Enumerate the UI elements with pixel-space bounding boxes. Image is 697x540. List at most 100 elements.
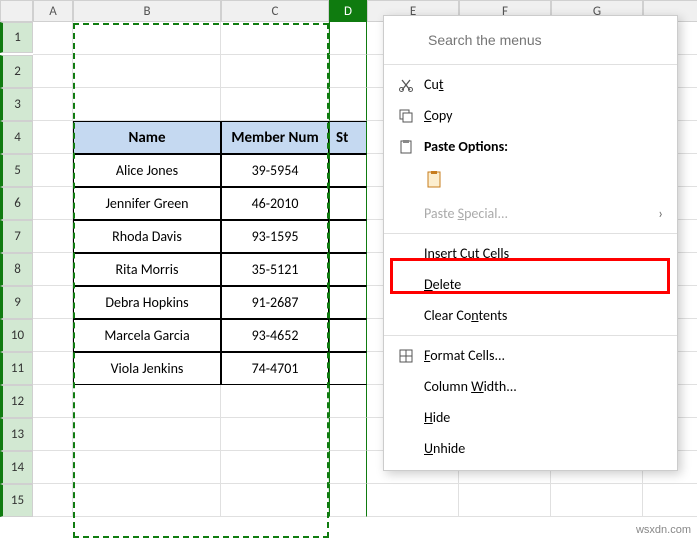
table-cell[interactable]: [329, 220, 367, 253]
row-14[interactable]: 14: [0, 451, 33, 484]
cell[interactable]: [329, 22, 367, 55]
table-cell[interactable]: [329, 319, 367, 352]
row-1[interactable]: 1: [0, 22, 33, 53]
table-cell[interactable]: 46-2010: [221, 187, 329, 220]
paste-option-button[interactable]: [384, 162, 677, 198]
table-cell[interactable]: 93-1595: [221, 220, 329, 253]
cell[interactable]: [329, 418, 367, 451]
table-cell[interactable]: 91-2687: [221, 286, 329, 319]
cell[interactable]: [221, 55, 329, 88]
cell[interactable]: [643, 484, 697, 517]
table-cell[interactable]: 35-5121: [221, 253, 329, 286]
col-A[interactable]: A: [33, 0, 73, 22]
cell[interactable]: [73, 22, 221, 55]
row-15[interactable]: 15: [0, 484, 33, 517]
menu-format-cells[interactable]: Format Cells...: [384, 340, 677, 371]
cell[interactable]: [33, 154, 73, 187]
col-D[interactable]: D: [329, 0, 367, 22]
table-cell[interactable]: [329, 187, 367, 220]
row-3[interactable]: 3: [0, 88, 33, 121]
table-header-name[interactable]: Name: [73, 121, 221, 154]
table-cell[interactable]: [329, 352, 367, 385]
cell[interactable]: [221, 385, 329, 418]
cell[interactable]: [73, 55, 221, 88]
cell[interactable]: [221, 418, 329, 451]
menu-clear-contents[interactable]: Clear Contents: [384, 300, 677, 331]
cell[interactable]: [221, 88, 329, 121]
table-header-membernum[interactable]: Member Num: [221, 121, 329, 154]
select-all-corner[interactable]: [0, 0, 33, 22]
cell[interactable]: [329, 451, 367, 484]
cell[interactable]: [73, 484, 221, 517]
table-header-st[interactable]: St: [329, 121, 367, 154]
table-cell[interactable]: 93-4652: [221, 319, 329, 352]
menu-column-width[interactable]: Column Width...: [384, 371, 677, 402]
menu-label: Cut: [424, 76, 663, 93]
cell[interactable]: [329, 55, 367, 88]
cell[interactable]: [33, 385, 73, 418]
cell[interactable]: [367, 484, 459, 517]
table-cell[interactable]: 74-4701: [221, 352, 329, 385]
row-4[interactable]: 4: [0, 121, 33, 154]
menu-cut[interactable]: Cut: [384, 69, 677, 100]
row-11[interactable]: 11: [0, 352, 33, 385]
menu-paste-options[interactable]: Paste Options:: [384, 131, 677, 162]
cell[interactable]: [33, 253, 73, 286]
table-cell[interactable]: Jennifer Green: [73, 187, 221, 220]
cell[interactable]: [221, 484, 329, 517]
row-6[interactable]: 6: [0, 187, 33, 220]
menu-label: Paste Special...: [424, 205, 658, 222]
cell[interactable]: [73, 451, 221, 484]
clipboard-icon: [394, 139, 418, 155]
cell[interactable]: [33, 484, 73, 517]
cell[interactable]: [33, 352, 73, 385]
menu-unhide[interactable]: Unhide: [384, 433, 677, 464]
table-cell[interactable]: Alice Jones: [73, 154, 221, 187]
cell[interactable]: [33, 451, 73, 484]
row-2[interactable]: 2: [0, 55, 33, 88]
row-13[interactable]: 13: [0, 418, 33, 451]
cell[interactable]: [73, 418, 221, 451]
cell[interactable]: [33, 121, 73, 154]
col-C[interactable]: C: [221, 0, 329, 22]
cell[interactable]: [329, 385, 367, 418]
row-9[interactable]: 9: [0, 286, 33, 319]
table-cell[interactable]: Rita Morris: [73, 253, 221, 286]
row-5[interactable]: 5: [0, 154, 33, 187]
table-cell[interactable]: Rhoda Davis: [73, 220, 221, 253]
row-8[interactable]: 8: [0, 253, 33, 286]
table-cell[interactable]: Debra Hopkins: [73, 286, 221, 319]
cell[interactable]: [33, 319, 73, 352]
table-cell[interactable]: [329, 154, 367, 187]
menu-delete[interactable]: Delete: [384, 269, 677, 300]
cell[interactable]: [33, 418, 73, 451]
cell[interactable]: [33, 55, 73, 88]
cell[interactable]: [459, 484, 551, 517]
menu-insert-cut-cells[interactable]: Insert Cut Cells: [384, 238, 677, 269]
row-12[interactable]: 12: [0, 385, 33, 418]
cell[interactable]: [33, 286, 73, 319]
cell[interactable]: [329, 484, 367, 517]
col-B[interactable]: B: [73, 0, 221, 22]
menu-search-input[interactable]: [420, 26, 663, 54]
cell[interactable]: [33, 88, 73, 121]
cell[interactable]: [221, 451, 329, 484]
cell[interactable]: [33, 187, 73, 220]
cell[interactable]: [73, 385, 221, 418]
table-cell[interactable]: Marcela Garcia: [73, 319, 221, 352]
cell[interactable]: [551, 484, 643, 517]
cell[interactable]: [33, 22, 73, 55]
cell[interactable]: [73, 88, 221, 121]
table-cell[interactable]: Viola Jenkins: [73, 352, 221, 385]
row-10[interactable]: 10: [0, 319, 33, 352]
table-cell[interactable]: [329, 286, 367, 319]
cell[interactable]: [221, 22, 329, 55]
cell[interactable]: [329, 88, 367, 121]
menu-copy[interactable]: Copy: [384, 100, 677, 131]
cell[interactable]: [33, 220, 73, 253]
table-cell[interactable]: 39-5954: [221, 154, 329, 187]
menu-paste-special: Paste Special... ›: [384, 198, 677, 229]
row-7[interactable]: 7: [0, 220, 33, 253]
table-cell[interactable]: [329, 253, 367, 286]
menu-hide[interactable]: Hide: [384, 402, 677, 433]
